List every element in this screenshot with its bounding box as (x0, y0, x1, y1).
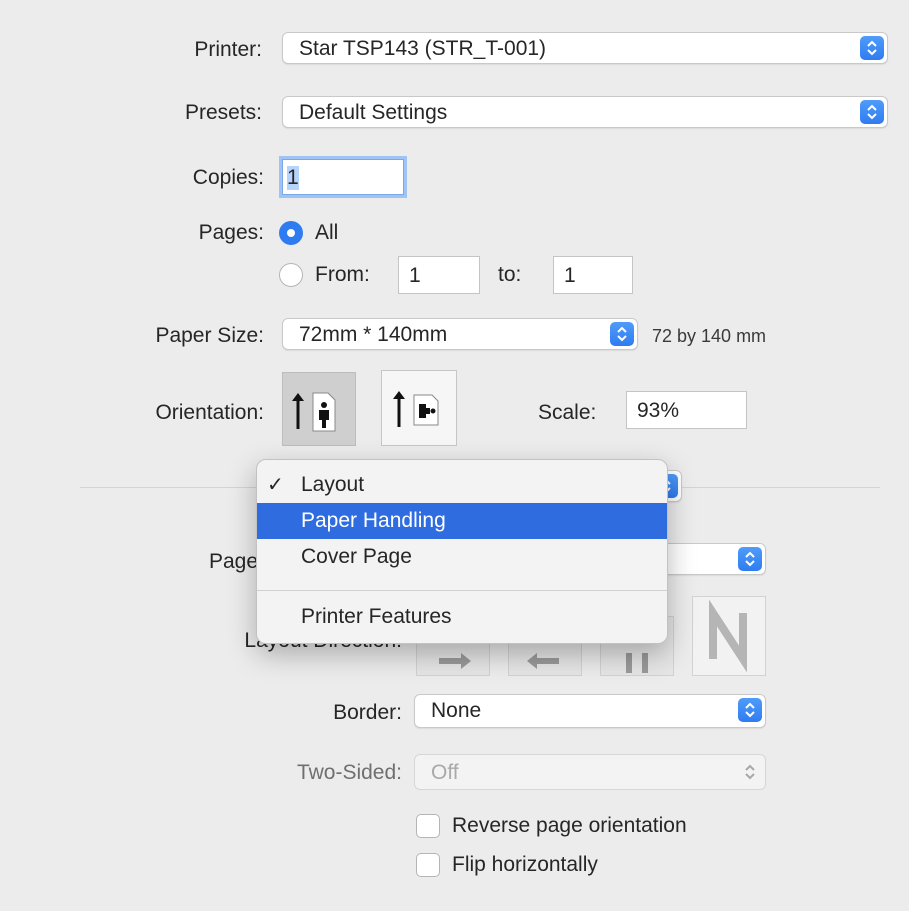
menu-item-paper-handling[interactable]: Paper Handling (257, 503, 667, 539)
direction-n-icon (709, 599, 747, 673)
section-dropdown-menu: ✓ Layout Paper Handling Cover Page Print… (256, 459, 668, 644)
layout-direction-reverse-n-button[interactable] (692, 596, 766, 676)
popup-arrows-icon (738, 698, 762, 722)
landscape-orientation-icon (393, 391, 439, 427)
popup-arrows-icon (860, 36, 884, 60)
copies-value: 1 (287, 166, 299, 190)
two-sided-label: Two-Sided: (296, 761, 402, 784)
pages-from-radio[interactable] (279, 263, 303, 287)
orientation-landscape-button[interactable] (381, 370, 457, 446)
pages-per-sheet-label: Page (208, 550, 258, 573)
menu-item-label: Paper Handling (301, 509, 446, 532)
pages-from-label: From: (315, 263, 370, 286)
pages-to-value: 1 (564, 264, 576, 287)
printer-label: Printer: (194, 38, 262, 61)
scale-label: Scale: (538, 401, 597, 424)
menu-item-label: Layout (301, 473, 365, 496)
orientation-label: Orientation: (155, 401, 264, 424)
orientation-portrait-button[interactable] (282, 372, 356, 446)
copies-field[interactable]: 1 (282, 159, 404, 195)
menu-item-label: Cover Page (301, 545, 412, 568)
presets-popup[interactable]: Default Settings (282, 96, 888, 128)
two-sided-popup[interactable]: Off (414, 754, 766, 790)
paper-size-label: Paper Size: (155, 324, 264, 347)
presets-value: Default Settings (299, 101, 448, 124)
paper-size-popup[interactable]: 72mm * 140mm (282, 318, 638, 350)
scale-field[interactable]: 93% (626, 391, 747, 429)
printer-popup[interactable]: Star TSP143 (STR_T-001) (282, 32, 888, 64)
border-label: Border: (333, 701, 402, 724)
printer-value: Star TSP143 (STR_T-001) (299, 37, 547, 60)
reverse-orientation-label: Reverse page orientation (452, 814, 687, 837)
pages-from-field[interactable]: 1 (398, 256, 480, 294)
copies-label: Copies: (192, 166, 264, 189)
paper-size-value: 72mm * 140mm (299, 323, 448, 346)
menu-separator (257, 590, 667, 591)
reverse-orientation-checkbox[interactable] (416, 814, 440, 838)
pages-to-label: to: (498, 263, 522, 286)
scale-value: 93% (637, 399, 680, 422)
flip-horizontally-label: Flip horizontally (452, 853, 598, 876)
menu-item-layout[interactable]: ✓ Layout (257, 467, 667, 503)
popup-arrows-icon (738, 547, 762, 571)
pages-all-label: All (315, 221, 339, 244)
checkmark-icon: ✓ (267, 474, 284, 496)
popup-arrows-icon (860, 100, 884, 124)
popup-arrows-icon (610, 322, 634, 346)
border-popup[interactable]: None (414, 694, 766, 728)
portrait-orientation-icon (292, 392, 336, 432)
menu-item-label: Printer Features (301, 605, 452, 628)
border-value: None (431, 699, 482, 722)
pages-all-radio[interactable] (279, 221, 303, 245)
flip-horizontally-checkbox[interactable] (416, 853, 440, 877)
menu-item-printer-features[interactable]: Printer Features (257, 599, 667, 635)
pages-from-value: 1 (409, 264, 421, 287)
pages-label: Pages: (198, 221, 264, 244)
two-sided-value: Off (431, 761, 459, 784)
popup-arrows-icon (738, 760, 762, 784)
menu-item-cover-page[interactable]: Cover Page (257, 539, 667, 575)
pages-to-field[interactable]: 1 (553, 256, 633, 294)
paper-size-description: 72 by 140 mm (652, 326, 767, 346)
presets-label: Presets: (184, 101, 262, 124)
